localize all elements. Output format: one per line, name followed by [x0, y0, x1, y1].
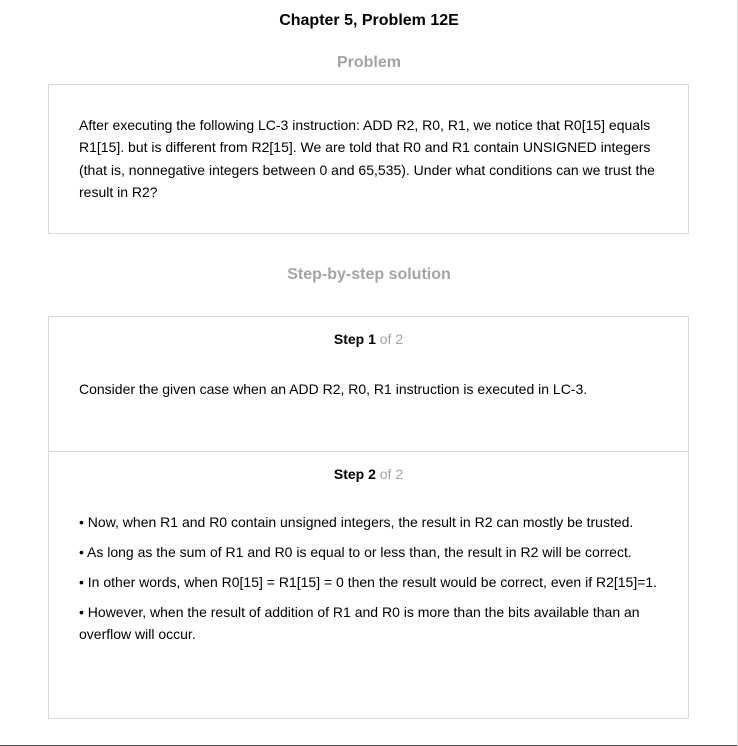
- step-2-body: • Now, when R1 and R0 contain unsigned i…: [79, 511, 658, 645]
- problem-text: After executing the following LC-3 instr…: [79, 117, 655, 200]
- step-2: Step 2 of 2 • Now, when R1 and R0 contai…: [49, 452, 688, 718]
- step-2-bullet: • As long as the sum of R1 and R0 is equ…: [79, 544, 632, 560]
- step-2-bullet: • Now, when R1 and R0 contain unsigned i…: [79, 514, 634, 530]
- step-2-bullet: • However, when the result of addition o…: [79, 604, 640, 642]
- step-1-of: of 2: [379, 331, 404, 347]
- step-2-bullet: • In other words, when R0[15] = R1[15] =…: [79, 574, 658, 590]
- step-2-of: of 2: [379, 466, 404, 482]
- problem-heading: Problem: [336, 54, 401, 71]
- solution-heading: Step-by-step solution: [287, 266, 451, 283]
- step-2-header: Step 2 of 2: [79, 465, 658, 483]
- step-2-label: Step 2: [333, 466, 376, 482]
- steps-box: Step 1 of 2 Consider the given case when…: [48, 316, 689, 719]
- step-1: Step 1 of 2 Consider the given case when…: [49, 317, 688, 452]
- page-title: Chapter 5, Problem 12E: [279, 12, 459, 29]
- step-1-body: Consider the given case when an ADD R2, …: [79, 381, 588, 397]
- step-1-header: Step 1 of 2: [79, 330, 658, 348]
- step-1-label: Step 1: [333, 331, 376, 347]
- problem-box: After executing the following LC-3 instr…: [48, 84, 689, 234]
